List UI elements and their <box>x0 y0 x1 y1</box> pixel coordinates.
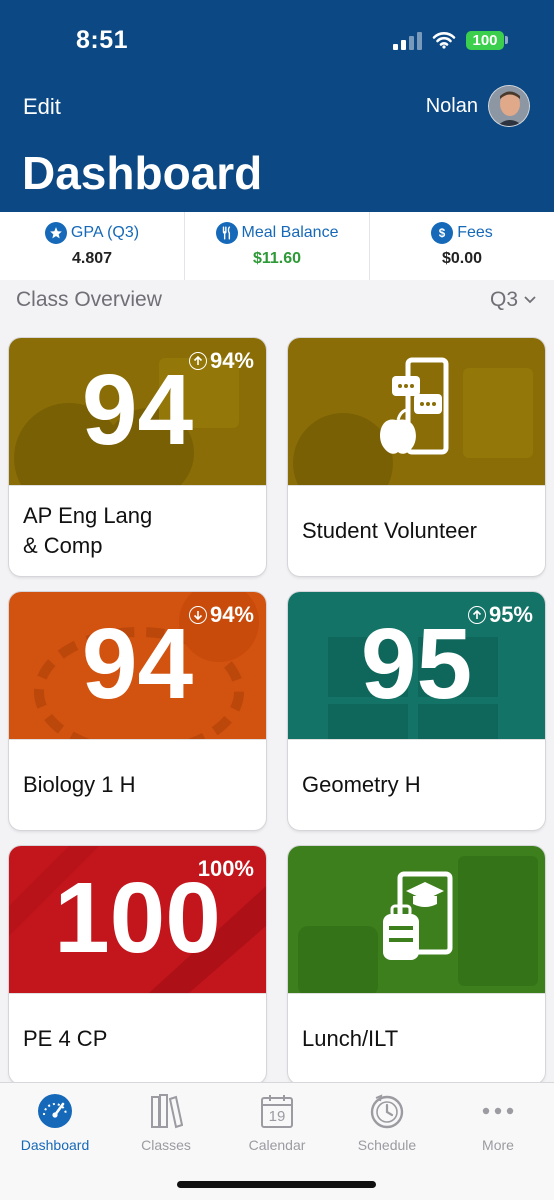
grade-value: 95 <box>360 608 473 720</box>
fees-label: Fees <box>457 224 493 241</box>
gpa-label: GPA (Q3) <box>70 224 140 241</box>
class-name: Student Volunteer <box>302 518 477 544</box>
user-profile[interactable]: Nolan <box>426 85 530 127</box>
meal-balance-stat[interactable]: Meal Balance $11.60 <box>185 212 370 280</box>
gpa-value: 4.807 <box>71 250 113 267</box>
class-overview-label: Class Overview <box>16 288 162 311</box>
wifi-icon <box>432 32 456 49</box>
class-name: Biology 1 H <box>23 772 136 798</box>
fees-stat[interactable]: $ Fees $0.00 <box>370 212 554 280</box>
chevron-down-icon <box>524 296 536 304</box>
ellipsis-icon <box>476 1089 520 1133</box>
page-title: Dashboard <box>22 147 263 199</box>
grade-value: 94 <box>81 608 194 720</box>
class-name: AP Eng Lang & Comp <box>23 503 153 558</box>
user-name: Nolan <box>425 94 478 117</box>
edit-button[interactable]: Edit <box>23 94 61 120</box>
class-name: Geometry H <box>302 772 421 798</box>
gpa-stat[interactable]: GPA (Q3) 4.807 <box>0 212 185 280</box>
speedometer-icon <box>33 1089 77 1133</box>
app-header: 8:51 100 Edit Nolan Dashboard <box>0 0 554 212</box>
class-card-pe[interactable]: 100% 100 PE 4 CP <box>9 846 266 1084</box>
battery-level: 100 <box>466 30 504 50</box>
tab-schedule[interactable]: Schedule <box>332 1089 442 1153</box>
tab-calendar[interactable]: 19 Calendar <box>222 1089 332 1153</box>
grade-value: 94 <box>81 354 194 466</box>
home-indicator <box>177 1181 376 1188</box>
class-card-ap-eng[interactable]: 94% 94 AP Eng Lang & Comp <box>9 338 266 576</box>
term-selector[interactable]: Q3 <box>490 288 536 312</box>
volunteer-apple-icon <box>380 357 449 455</box>
class-card-geometry[interactable]: 95% 95 Geometry H <box>288 592 545 830</box>
meal-balance-value: $11.60 <box>252 250 302 267</box>
status-indicators: 100 <box>393 30 508 50</box>
svg-text:$: $ <box>439 227 446 240</box>
clock-icon <box>365 1089 409 1133</box>
battery-icon: 100 <box>466 30 508 50</box>
tab-classes[interactable]: Classes <box>111 1089 221 1153</box>
meal-balance-label: Meal Balance <box>241 224 339 241</box>
status-time: 8:51 <box>76 26 129 54</box>
dollar-icon: $ <box>431 222 454 244</box>
star-icon <box>44 222 67 244</box>
fees-value: $0.00 <box>441 250 483 267</box>
calendar-icon: 19 <box>255 1089 299 1133</box>
grade-value: 100 <box>54 862 221 974</box>
summary-stats: GPA (Q3) 4.807 Meal Balance $11.60 $ Fee… <box>0 212 554 280</box>
tab-dashboard[interactable]: Dashboard <box>0 1089 110 1153</box>
utensils-icon <box>215 222 238 244</box>
tab-more[interactable]: More <box>443 1089 553 1153</box>
term-value: Q3 <box>489 288 518 311</box>
calendar-day: 19 <box>268 1108 286 1125</box>
cellular-signal-icon <box>393 30 422 50</box>
class-name: PE 4 CP <box>23 1026 108 1052</box>
class-card-student-volunteer[interactable]: Student Volunteer <box>288 338 545 576</box>
lunch-bag-book-icon <box>383 871 453 960</box>
class-name: Lunch/ILT <box>302 1026 399 1052</box>
books-icon <box>144 1089 188 1133</box>
class-card-biology[interactable]: 94% 94 Biology 1 H <box>9 592 266 830</box>
class-card-lunch[interactable]: Lunch/ILT <box>288 846 545 1084</box>
avatar[interactable] <box>488 85 530 127</box>
